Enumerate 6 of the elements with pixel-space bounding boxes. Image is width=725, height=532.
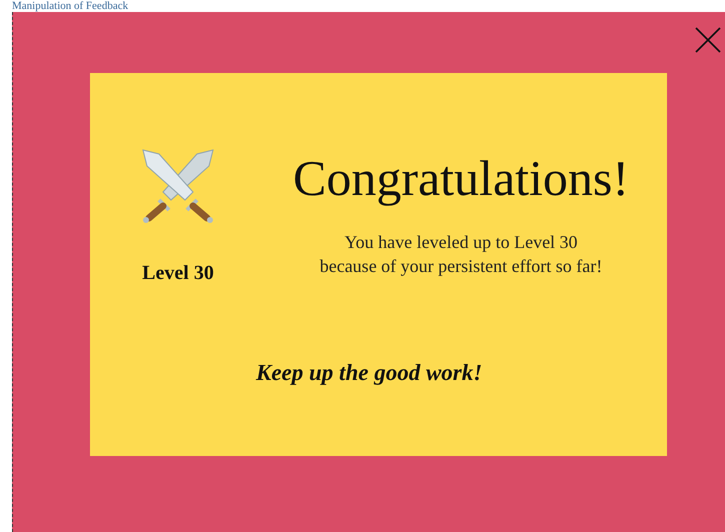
encouragement-text: Keep up the good work! [256, 359, 484, 387]
level-up-message: You have leveled up to Level 30 because of your persistent effort so far! [320, 231, 602, 278]
close-icon[interactable] [694, 26, 722, 54]
congratulations-heading: Congratulations! [292, 149, 630, 208]
level-label: Level 30 [142, 261, 214, 286]
page-title: Manipulation of Feedback [11, 0, 130, 12]
